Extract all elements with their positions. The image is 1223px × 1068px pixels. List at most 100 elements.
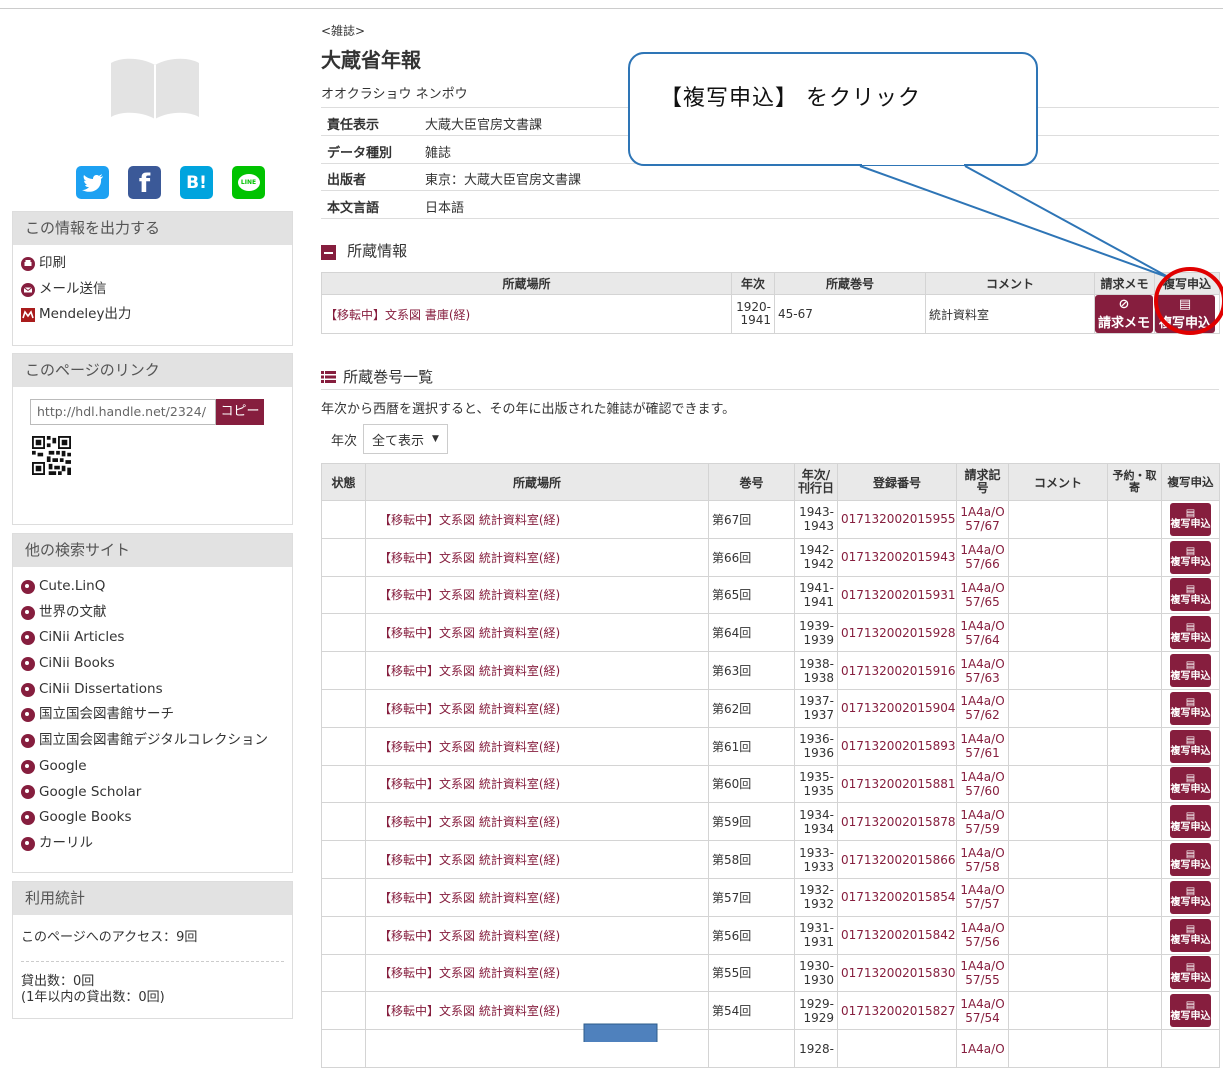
reg-number-link[interactable]: 017132002015878 [837,802,957,842]
location-link[interactable]: 【移転中】文系図 統計資料室(経) [365,537,709,577]
status-cell [321,802,366,842]
call-number-link[interactable]: 1A4a/O 57/66 [956,537,1009,577]
reg-number-link[interactable]: 017132002015854 [837,877,957,917]
copy-request-button[interactable]: ▤ 複写申込 [1170,805,1211,839]
copy-request-button[interactable]: ▤ 複写申込 [1170,729,1211,763]
permalink-field[interactable]: http://hdl.handle.net/2324/ [30,399,216,425]
year-cell: 1933- 1933 [794,840,838,879]
volume-cell: 第67回 [708,500,795,539]
call-number-link[interactable]: 1A4a/O 57/59 [956,802,1009,842]
search-site-link[interactable]: 世界の文献 [21,600,286,626]
table-row: 【移転中】文系図 統計資料室(経) 第55回 1930- 1930 0171320020… [321,953,1220,993]
reg-number-link[interactable]: 017132002015866 [837,840,957,879]
search-site-link[interactable]: カーリル [21,831,286,857]
location-link[interactable]: 【移転中】文系図 統計資料室(経) [365,575,709,615]
reg-number-link[interactable]: 017132002015827 [837,991,957,1031]
reg-number-link[interactable]: 017132002015904 [837,688,957,728]
copy-request-button[interactable]: ▤ 複写申込 [1170,654,1211,688]
search-site-link[interactable]: 国立国会図書館サーチ [21,702,286,728]
twitter-icon[interactable] [76,166,109,199]
location-link[interactable]: 【移転中】文系図 統計資料室(経) [365,953,709,993]
call-number-link[interactable]: 1A4a/O 57/63 [956,651,1009,690]
copy-request-button[interactable]: ▤ 複写申込 [1170,994,1211,1028]
search-site-link[interactable]: CiNii Dissertations [21,677,286,703]
location-link[interactable]: 【移転中】文系図 統計資料室(経) [365,651,709,690]
location-link[interactable]: 【移転中】文系図 統計資料室(経) [365,500,709,539]
call-number-link[interactable]: 1A4a/O 57/61 [956,726,1009,766]
copy-request-button[interactable]: ▤ 複写申込 [1170,767,1211,801]
call-number-link[interactable]: 1A4a/O [956,1029,1009,1068]
location-link[interactable]: 【移転中】文系図 統計資料室(経) [365,802,709,842]
call-number-link[interactable]: 1A4a/O 57/58 [956,840,1009,879]
collapse-icon[interactable] [321,245,336,260]
comment-cell [1008,613,1108,653]
year-cell: 1937- 1937 [794,688,838,728]
reg-number-link[interactable]: 017132002015830 [837,953,957,993]
location-link[interactable]: 【移転中】文系図 統計資料室(経) [365,915,709,955]
call-number-link[interactable]: 1A4a/O 57/56 [956,915,1009,955]
reg-number-link[interactable]: 017132002015881 [837,764,957,804]
copy-request-button[interactable]: ▤ 複写申込 [1170,540,1211,574]
reg-number-link[interactable]: 017132002015955 [837,500,957,539]
location-link[interactable]: 【移転中】文系図 統計資料室(経) [365,840,709,879]
search-icon [21,682,35,697]
copy-request-button[interactable]: ▤ 複写申込 [1170,691,1211,725]
holdings-volumes: 45-67 [774,294,926,334]
holdings-location-link[interactable]: 【移転中】文系図 書庫(経) [321,294,732,334]
request-memo-button[interactable]: ⊘ 請求メモ [1095,295,1153,333]
volumes-table: 状態 所蔵場所 巻号 年次/刊行日 登録番号 請求記号 コメント 予約・取寄 複… [321,463,1220,1068]
line-icon[interactable]: LINE [232,166,265,199]
copy-request-button[interactable]: ▤ 複写申込 [1170,918,1211,952]
call-number-link[interactable]: 1A4a/O 57/55 [956,953,1009,993]
search-site-link[interactable]: Cute.LinQ [21,574,286,600]
copy-request-button[interactable]: ▤ 複写申込 [1170,502,1211,536]
location-link[interactable]: 【移転中】文系図 統計資料室(経) [365,877,709,917]
comment-cell [1008,764,1108,804]
search-icon [21,759,35,774]
copy-request-button[interactable]: ▤ 複写申込 [1170,843,1211,877]
copy-request-button[interactable]: ▤ 複写申込 [1155,295,1215,333]
location-link[interactable]: 【移転中】文系図 統計資料室(経) [365,726,709,766]
location-link[interactable]: 【移転中】文系図 統計資料室(経) [365,688,709,728]
location-link[interactable] [365,1029,709,1068]
copy-request-button[interactable]: ▤ 複写申込 [1170,880,1211,914]
list-icon [321,370,336,388]
reg-number-link[interactable] [837,1029,957,1068]
facebook-icon[interactable]: f [128,166,161,199]
year-select[interactable]: 全て表示 ▼ [363,424,448,454]
call-number-link[interactable]: 1A4a/O 57/64 [956,613,1009,653]
call-number-link[interactable]: 1A4a/O 57/65 [956,575,1009,615]
reg-number-link[interactable]: 017132002015893 [837,726,957,766]
copy-cell: ▤ 複写申込 [1161,915,1220,955]
print-link[interactable]: 印刷 [21,251,286,277]
reg-number-link[interactable]: 017132002015931 [837,575,957,615]
search-site-link[interactable]: 国立国会図書館デジタルコレクション [21,728,286,754]
search-site-link[interactable]: CiNii Books [21,651,286,677]
search-site-link[interactable]: Google Scholar [21,780,286,806]
call-number-link[interactable]: 1A4a/O 57/62 [956,688,1009,728]
location-link[interactable]: 【移転中】文系図 統計資料室(経) [365,991,709,1031]
col-status: 状態 [321,463,366,501]
comment-cell [1008,575,1108,615]
search-site-link[interactable]: Google Books [21,805,286,831]
email-link[interactable]: メール送信 [21,277,286,303]
call-number-link[interactable]: 1A4a/O 57/67 [956,500,1009,539]
copy-request-button[interactable]: ▤ 複写申込 [1170,578,1211,612]
copy-request-button[interactable]: ▤ 複写申込 [1170,616,1211,650]
copy-button[interactable]: コピー [216,399,264,425]
mendeley-link[interactable]: Mendeley出力 [21,302,286,328]
reg-number-link[interactable]: 017132002015842 [837,915,957,955]
location-link[interactable]: 【移転中】文系図 統計資料室(経) [365,764,709,804]
reg-number-link[interactable]: 017132002015943 [837,537,957,577]
hatena-bookmark-icon[interactable]: B! [180,166,213,199]
meta-label: 責任表示 [327,118,380,133]
call-number-link[interactable]: 1A4a/O 57/54 [956,991,1009,1031]
location-link[interactable]: 【移転中】文系図 統計資料室(経) [365,613,709,653]
reg-number-link[interactable]: 017132002015928 [837,613,957,653]
reg-number-link[interactable]: 017132002015916 [837,651,957,690]
search-site-link[interactable]: CiNii Articles [21,625,286,651]
call-number-link[interactable]: 1A4a/O 57/57 [956,877,1009,917]
search-site-link[interactable]: Google [21,754,286,780]
call-number-link[interactable]: 1A4a/O 57/60 [956,764,1009,804]
copy-request-button[interactable]: ▤ 複写申込 [1170,956,1211,990]
